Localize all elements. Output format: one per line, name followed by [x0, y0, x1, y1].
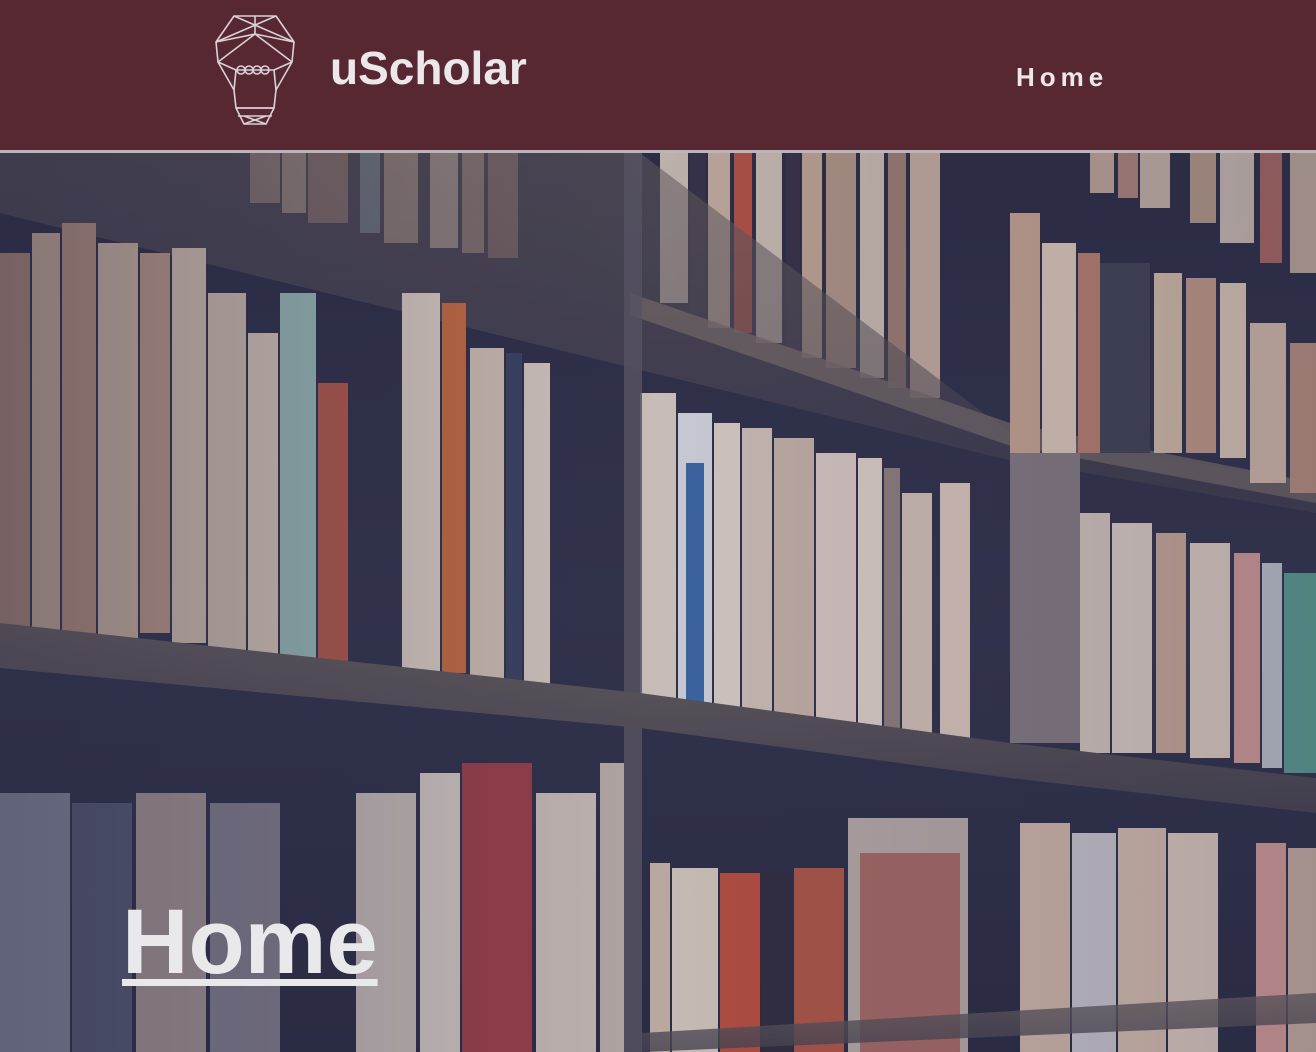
hero-banner: Home	[0, 153, 1316, 1052]
hero-title[interactable]: Home	[122, 890, 378, 994]
nav-link-home[interactable]: Home	[1016, 60, 1108, 94]
page: uScholar Home Home	[0, 0, 1316, 1052]
site-header: uScholar Home	[0, 0, 1316, 150]
brand-name[interactable]: uScholar	[330, 38, 527, 98]
lightbulb-logo-icon[interactable]	[214, 12, 296, 130]
